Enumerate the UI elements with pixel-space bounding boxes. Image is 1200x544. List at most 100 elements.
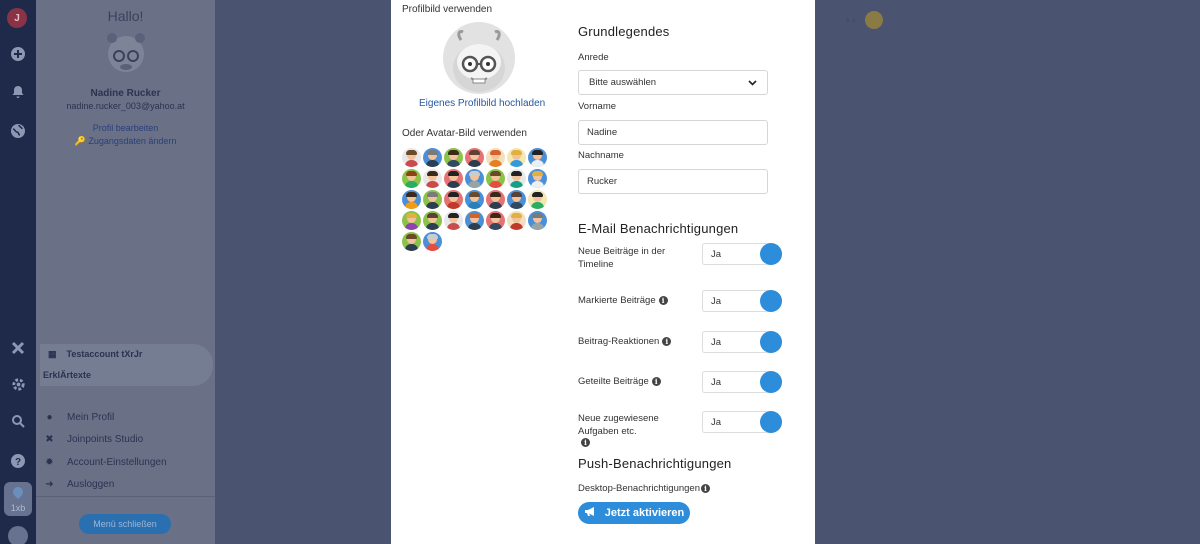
activate-push-button[interactable]: Jetzt aktivieren — [578, 502, 690, 524]
droplet-icon — [10, 484, 26, 500]
avatar-option[interactable] — [402, 148, 421, 167]
toggle-timeline[interactable]: Ja — [702, 243, 782, 265]
avatar-option[interactable] — [423, 232, 442, 251]
user-icon: ● — [46, 411, 53, 423]
sidebar-item-label: Mein Profil — [67, 411, 115, 423]
tools-icon[interactable] — [8, 338, 28, 358]
info-icon[interactable]: i — [701, 484, 710, 493]
avatar-option[interactable] — [486, 211, 505, 230]
avatar-option[interactable] — [444, 148, 463, 167]
avatar-hair — [511, 150, 522, 155]
info-icon[interactable]: i — [662, 337, 672, 346]
globe-icon[interactable] — [8, 121, 28, 141]
avatar-option[interactable] — [528, 148, 547, 167]
building-icon: ▦ — [48, 349, 57, 359]
sidebar-avatar[interactable] — [100, 26, 152, 78]
avatar-option[interactable] — [507, 211, 526, 230]
avatar-option[interactable] — [507, 169, 526, 188]
sidebar-item-studio[interactable]: ✖ Joinpoints Studio — [44, 429, 167, 452]
avatar-body — [531, 160, 544, 167]
avatar-hair — [490, 213, 501, 218]
avatar-option[interactable] — [528, 211, 547, 230]
app-switch-tile[interactable]: 1xb — [4, 482, 32, 516]
avatar-option[interactable] — [486, 169, 505, 188]
notif-label-marked: Markierte Beiträge i — [578, 294, 698, 307]
avatar-option[interactable] — [465, 190, 484, 209]
avatar-option[interactable] — [402, 232, 421, 251]
topbar-avatar[interactable] — [865, 11, 884, 29]
avatar-option[interactable] — [528, 190, 547, 209]
account-switcher[interactable]: ▦ Testaccount tXrJr ErklÄrtexte — [40, 344, 213, 386]
avatar-option[interactable] — [423, 148, 442, 167]
avatar-body — [426, 244, 439, 251]
avatar-option[interactable] — [465, 211, 484, 230]
toggle-tasks[interactable]: Ja — [702, 411, 782, 433]
info-icon[interactable]: i — [581, 438, 590, 447]
avatar-option[interactable] — [423, 211, 442, 230]
account-row: ▦ Testaccount tXrJr — [48, 349, 142, 360]
change-credentials-label: Zugangsdaten ändern — [88, 136, 177, 146]
avatar-option[interactable] — [423, 169, 442, 188]
mascot-avatar-icon — [443, 22, 515, 94]
avatar-body — [426, 160, 439, 167]
sidebar-item-label: Account-Einstellungen — [67, 456, 167, 468]
bell-icon[interactable] — [8, 82, 28, 102]
gear-icon[interactable] — [8, 374, 28, 394]
lastname-field[interactable]: Rucker — [578, 169, 768, 194]
avatar-option[interactable] — [465, 148, 484, 167]
toggle-reactions[interactable]: Ja — [702, 331, 782, 353]
salutation-select[interactable]: Bitte auswählen — [578, 70, 768, 95]
add-icon[interactable] — [8, 44, 28, 64]
key-icon: 🔑 — [74, 136, 86, 146]
close-menu-button[interactable]: Menü schließen — [79, 514, 171, 534]
avatar-hair — [406, 150, 417, 155]
avatar-option[interactable] — [402, 211, 421, 230]
edit-profile-link[interactable]: Profil bearbeiten — [36, 123, 215, 133]
avatar-option[interactable] — [528, 169, 547, 188]
toggle-shared[interactable]: Ja — [702, 371, 782, 393]
toggle-marked[interactable]: Ja — [702, 290, 782, 312]
avatar-hair — [532, 150, 543, 155]
avatar-option[interactable] — [486, 148, 505, 167]
avatar-option[interactable] — [444, 211, 463, 230]
avatar-hair — [427, 234, 438, 239]
avatar-hair — [490, 171, 501, 176]
avatar-option[interactable] — [486, 190, 505, 209]
avatar-body — [426, 181, 439, 188]
sidebar-item-account-settings[interactable]: ✹ Account-Einstellungen — [44, 451, 167, 474]
avatar-option[interactable] — [402, 190, 421, 209]
avatar-body — [510, 181, 523, 188]
help-icon[interactable]: ? — [8, 451, 28, 471]
avatar-body — [405, 202, 418, 209]
info-icon[interactable]: i — [651, 377, 661, 386]
avatar-body — [468, 181, 481, 188]
avatar-option[interactable] — [507, 148, 526, 167]
avatar-option[interactable] — [444, 169, 463, 188]
avatar-option[interactable] — [465, 169, 484, 188]
lastname-label: Nachname — [578, 150, 624, 161]
avatar-option[interactable] — [402, 169, 421, 188]
avatar-option[interactable] — [444, 190, 463, 209]
notif-label-tasks: Neue zugewiesene Aufgaben etc. i — [578, 412, 678, 447]
chevron-icon[interactable]: › › — [846, 15, 855, 26]
search-icon[interactable] — [8, 411, 28, 431]
avatar-body — [489, 202, 502, 209]
app-rail: J ? 1xb — [0, 0, 36, 544]
upload-profile-picture-link[interactable]: Eigenes Profilbild hochladen — [419, 98, 545, 109]
avatar-hair — [532, 192, 543, 197]
avatar-hair — [406, 213, 417, 218]
avatar-hair — [532, 171, 543, 176]
gear-icon: ✹ — [45, 456, 54, 468]
avatar-hair — [406, 234, 417, 239]
change-credentials-link[interactable]: 🔑 Zugangsdaten ändern — [36, 136, 215, 147]
profile-picture[interactable] — [443, 22, 515, 94]
avatar-option[interactable] — [507, 190, 526, 209]
toggle-value: Ja — [711, 416, 722, 428]
user-avatar-small[interactable] — [8, 526, 28, 544]
sidebar-item-profile[interactable]: ● Mein Profil — [44, 406, 167, 429]
avatar-option[interactable] — [423, 190, 442, 209]
firstname-field[interactable]: Nadine — [578, 120, 768, 145]
sidebar-item-logout[interactable]: ➜ Ausloggen — [44, 474, 167, 497]
app-logo-icon[interactable]: J — [7, 8, 27, 28]
info-icon[interactable]: i — [658, 296, 668, 305]
